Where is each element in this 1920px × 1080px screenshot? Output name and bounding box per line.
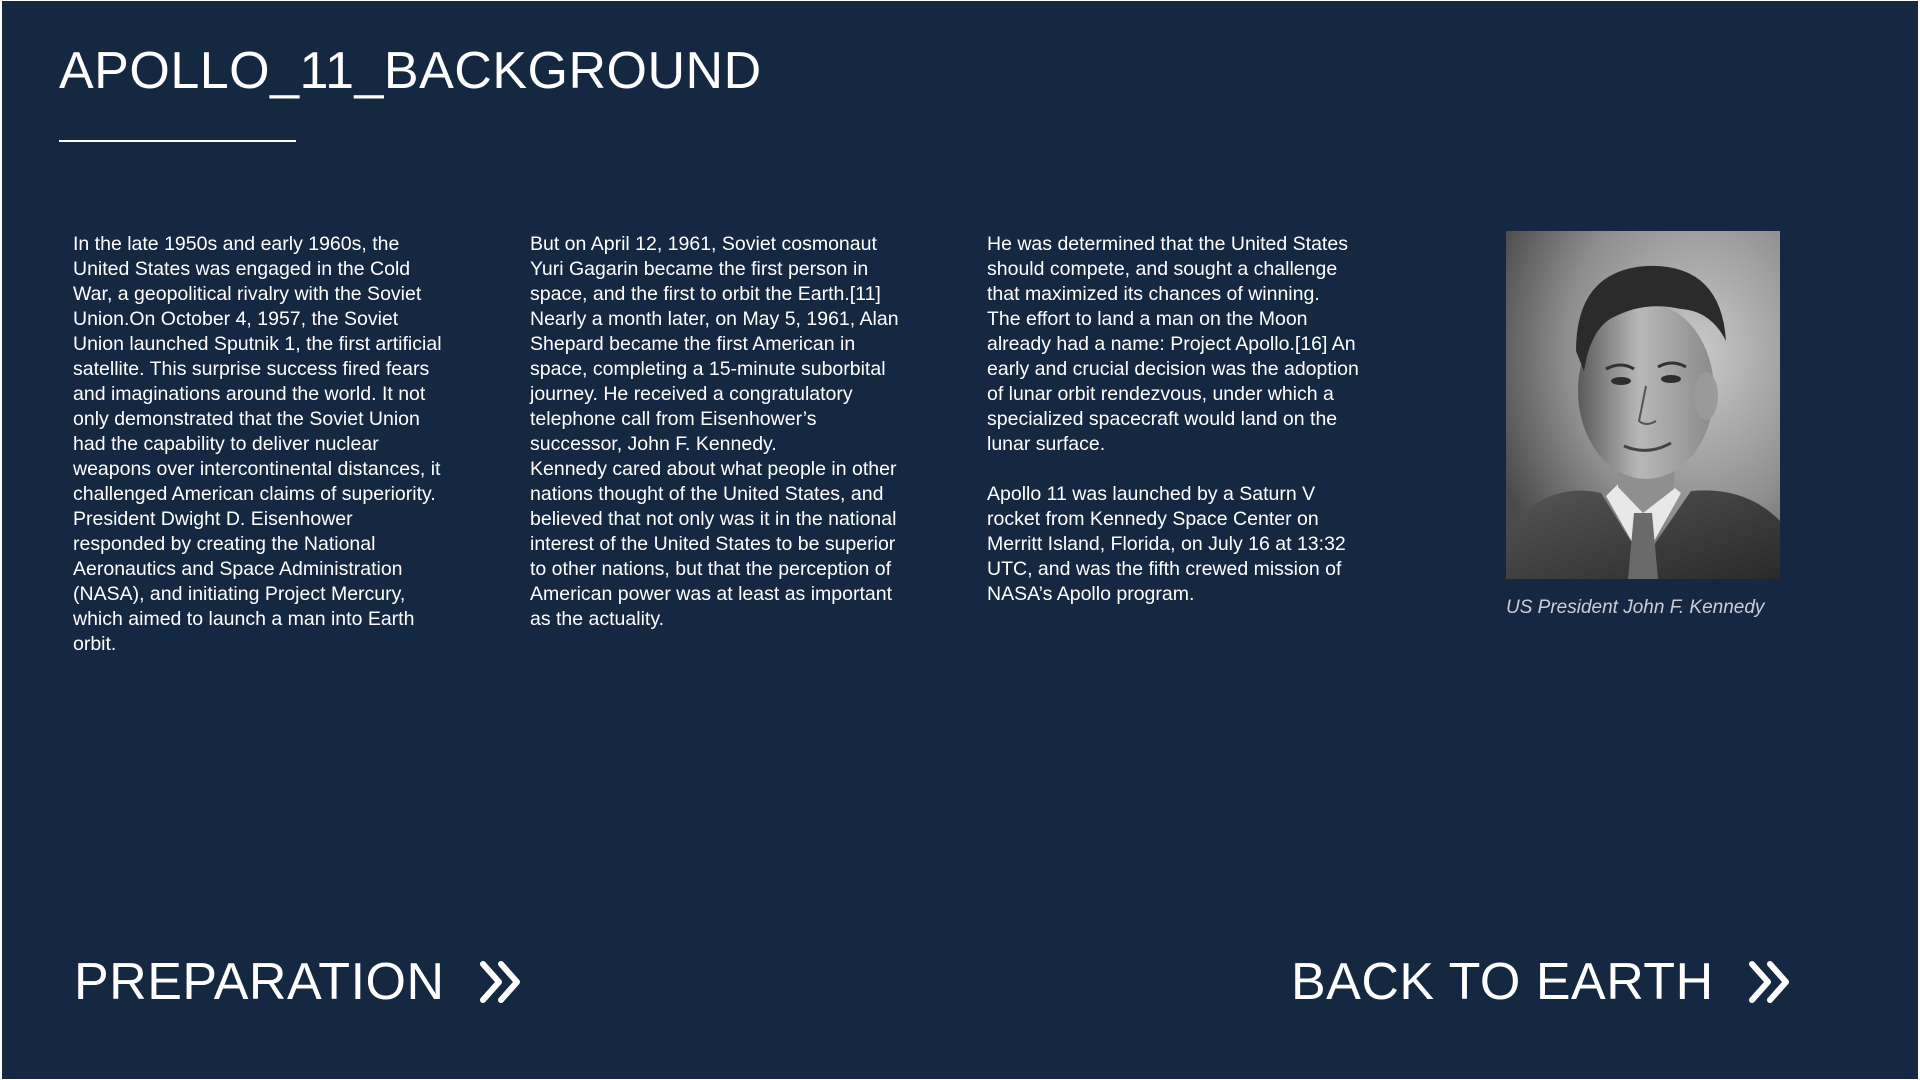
- slide-page: APOLLO_11_BACKGROUND In the late 1950s a…: [2, 1, 1918, 1079]
- page-title: APOLLO_11_BACKGROUND: [59, 42, 762, 100]
- portrait-image: [1506, 231, 1780, 579]
- kennedy-portrait-photo: [1506, 231, 1780, 579]
- double-chevron-right-icon[interactable]: [1746, 959, 1792, 1005]
- text-column-3: He was determined that the United States…: [987, 232, 1397, 607]
- column-3-text: He was determined that the United States…: [987, 233, 1359, 455]
- column-2-text: But on April 12, 1961, Soviet cosmonaut …: [530, 233, 899, 630]
- preparation-nav-label: PREPARATION: [74, 953, 445, 1011]
- text-column-1: In the late 1950s and early 1960s, the U…: [73, 232, 483, 657]
- text-column-2: But on April 12, 1961, Soviet cosmonaut …: [530, 232, 940, 632]
- column-3-text-2: Apollo 11 was launched by a Saturn V roc…: [987, 483, 1346, 605]
- photo-caption: US President John F. Kennedy: [1506, 597, 1765, 618]
- double-chevron-right-icon[interactable]: [477, 959, 523, 1005]
- back-to-earth-nav-label: BACK TO EARTH: [1291, 953, 1714, 1011]
- back-to-earth-nav-link[interactable]: BACK TO EARTH: [1291, 951, 1792, 1013]
- preparation-nav-link[interactable]: PREPARATION: [74, 951, 523, 1013]
- title-underline: [59, 140, 296, 142]
- column-1-text: In the late 1950s and early 1960s, the U…: [73, 233, 442, 655]
